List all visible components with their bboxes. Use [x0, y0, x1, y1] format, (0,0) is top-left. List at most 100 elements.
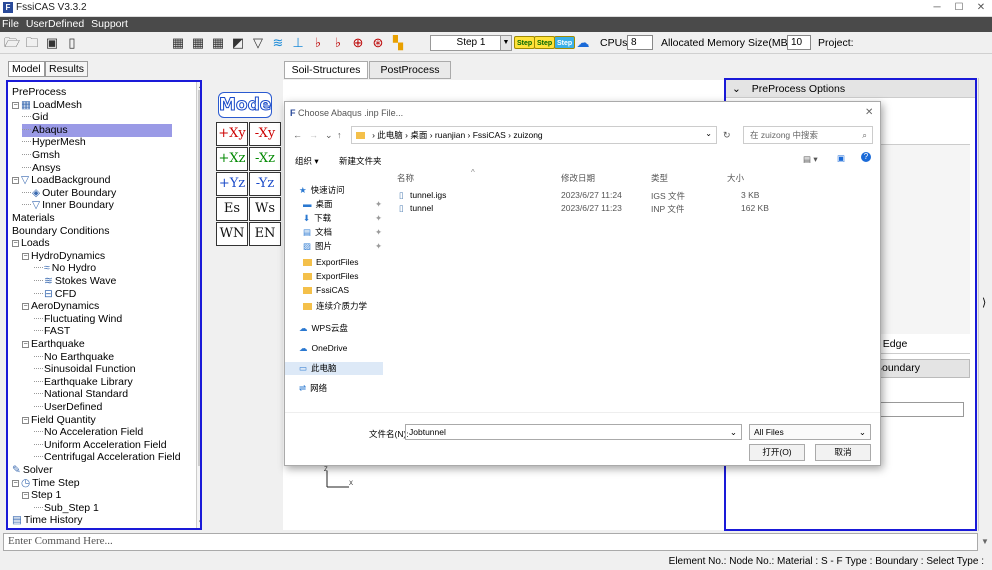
dialog-sidebar-item[interactable]: ▤ 文档 ✦	[303, 226, 382, 239]
memory-input[interactable]: 10	[787, 35, 811, 50]
up-arrow-icon[interactable]: ↑	[337, 130, 342, 140]
tree-item-fluctuating-wind[interactable]: Fluctuating Wind	[34, 313, 122, 326]
dialog-sidebar-item[interactable]: ⇌ 网络	[299, 382, 327, 395]
colors-icon[interactable]: ▚	[390, 35, 406, 51]
view-options-icon[interactable]: ▤ ▾	[803, 154, 818, 165]
tree-item-aerodynamics[interactable]: − AeroDynamics	[22, 300, 99, 313]
minimize-button[interactable]: ─	[926, 0, 948, 17]
view-button-es[interactable]: Es	[216, 197, 248, 221]
tree-item-step-1[interactable]: − Step 1	[22, 489, 61, 502]
recent-chevron-icon[interactable]: ⌄	[325, 130, 333, 141]
step-button-3[interactable]: Step	[554, 36, 576, 49]
tree-item-time-step[interactable]: − ◷ Time Step	[12, 477, 80, 490]
tree-item-earthquake[interactable]: − Earthquake	[22, 338, 85, 351]
dialog-sidebar-item[interactable]: ▨ 图片 ✦	[303, 240, 382, 253]
view-button-wn[interactable]: WN	[216, 222, 248, 246]
grid-icon[interactable]: ▦	[170, 35, 186, 51]
wave-icon[interactable]: ≋	[270, 35, 286, 51]
save-icon[interactable]: ▣	[44, 35, 60, 51]
view-button-ws[interactable]: Ws	[249, 197, 281, 221]
tree-item-boundary-conditions[interactable]: Boundary Conditions	[12, 225, 109, 238]
collapse-icon[interactable]: −	[22, 252, 29, 260]
info-icon[interactable]: ▯	[64, 35, 80, 51]
collapse-icon[interactable]: −	[22, 303, 29, 311]
tree-item-no-earthquake[interactable]: No Earthquake	[34, 351, 114, 364]
tab-postprocess[interactable]: PostProcess	[369, 61, 451, 79]
cancel-button[interactable]: 取消	[815, 444, 871, 461]
open-project-icon[interactable]: 🗀	[24, 35, 40, 51]
boundary-icon[interactable]: ▽	[250, 35, 266, 51]
tree-item-time-history[interactable]: ▤ Time History	[12, 514, 82, 527]
open-folder-icon[interactable]: 🗁	[4, 35, 20, 51]
column-type[interactable]: 类型	[651, 172, 668, 184]
dialog-sidebar-item[interactable]: ExportFiles	[303, 256, 359, 269]
forward-arrow-icon[interactable]: →	[309, 130, 318, 140]
edge-option[interactable]: h Edge	[874, 334, 970, 354]
tree-item-no-hydro[interactable]: ≈ No Hydro	[34, 262, 96, 275]
tree-item-stokes-wave[interactable]: ≋ Stokes Wave	[34, 275, 116, 288]
tree-item-earthquake-library[interactable]: Earthquake Library	[34, 376, 133, 389]
dialog-sidebar-item[interactable]: ☁ WPS云盘	[299, 322, 348, 335]
dialog-sidebar-item[interactable]: FssiCAS	[303, 284, 349, 297]
view-button-plus-xz[interactable]: +Xz	[216, 147, 248, 171]
collapse-icon[interactable]: −	[22, 492, 29, 500]
tree-item-hypermesh[interactable]: HyperMesh	[22, 136, 86, 149]
bp2-icon[interactable]: ♭	[330, 35, 346, 51]
preview-pane-icon[interactable]: ▣	[837, 153, 845, 164]
chevron-down-icon[interactable]: ⌄	[705, 129, 712, 138]
tree-item-centrifugal-acceleration-field[interactable]: Centrifugal Acceleration Field	[34, 451, 181, 464]
tree-item-cfd[interactable]: ⊟ CFD	[34, 288, 76, 301]
new-folder-button[interactable]: 新建文件夹	[339, 155, 382, 167]
bp-icon[interactable]: ♭	[310, 35, 326, 51]
address-bar[interactable]: › 此电脑 › 桌面 › ruanjian › FssiCAS › zuizon…	[351, 126, 717, 144]
dialog-sidebar-item[interactable]: 连续介质力学	[303, 300, 367, 313]
tab-soil-structures[interactable]: Soil-Structures	[284, 61, 368, 79]
tree-item-field-quantity[interactable]: − Field Quantity	[22, 414, 96, 427]
tree-item-loadbackground[interactable]: − ▽ LoadBackground	[12, 174, 110, 187]
open-button[interactable]: 打开(O)	[749, 444, 805, 461]
boundary-button[interactable]: Boundary	[874, 359, 970, 378]
dialog-sidebar-item[interactable]: ExportFiles	[303, 270, 359, 283]
dialog-close-icon[interactable]: ✕	[865, 107, 873, 118]
help-icon[interactable]: ?	[861, 152, 871, 162]
grid3-icon[interactable]: ▦	[210, 35, 226, 51]
filename-input[interactable]: Jobtunnel ⌄	[405, 424, 742, 440]
column-name[interactable]: 名称	[397, 172, 414, 184]
panel-header[interactable]: ⌄ PreProcess Options	[726, 80, 975, 98]
view-button-en[interactable]: EN	[249, 222, 281, 246]
collapse-icon[interactable]: −	[12, 177, 19, 185]
grid2-icon[interactable]: ▦	[190, 35, 206, 51]
search-input[interactable]: 在 zuizong 中搜索 ⌕	[743, 126, 873, 144]
tree-item-gid[interactable]: Gid	[22, 111, 48, 124]
tree-item-preprocess[interactable]: PreProcess	[12, 86, 66, 99]
collapse-icon[interactable]: ⟩	[982, 296, 986, 309]
collapse-icon[interactable]: −	[22, 341, 29, 348]
close-button[interactable]: ✕	[970, 0, 992, 17]
dialog-sidebar-item[interactable]: ★ 快速访问	[299, 184, 345, 197]
tab-model[interactable]: Model	[8, 61, 45, 77]
tree-item-gmsh[interactable]: Gmsh	[22, 149, 60, 162]
collapse-icon[interactable]: −	[12, 101, 19, 109]
view-button-minus-xy[interactable]: -Xy	[249, 122, 281, 146]
menu-userdefined[interactable]: UserDefined	[24, 17, 86, 31]
column-size[interactable]: 大小	[727, 172, 744, 184]
organize-button[interactable]: 组织 ▾	[295, 155, 319, 167]
target2-icon[interactable]: ⊛	[370, 35, 386, 51]
tree-item-userdefined[interactable]: UserDefined	[34, 401, 102, 414]
tree-item-no-acceleration-field[interactable]: No Acceleration Field	[34, 426, 143, 439]
view-button-minus-yz[interactable]: -Yz	[249, 172, 281, 196]
collapse-icon[interactable]: −	[12, 240, 19, 248]
panel-input[interactable]	[874, 402, 964, 417]
tree-item-inner-boundary[interactable]: ▽ Inner Boundary	[22, 199, 114, 212]
tab-results[interactable]: Results	[45, 61, 89, 77]
collapse-icon[interactable]: −	[22, 416, 29, 424]
target-icon[interactable]: ⊕	[350, 35, 366, 51]
maximize-button[interactable]: ☐	[948, 0, 970, 17]
tree-item-fast[interactable]: FAST	[34, 325, 70, 338]
tree-item-sub-step-1[interactable]: Sub_Step 1	[34, 502, 99, 515]
chevron-down-icon[interactable]: ⌄	[730, 425, 737, 439]
dialog-sidebar-item[interactable]: ▬ 桌面 ✦	[303, 198, 382, 211]
cpus-input[interactable]: 8	[627, 35, 653, 50]
tree-item-hydrodynamics[interactable]: − HydroDynamics	[22, 250, 105, 263]
tree-item-ansys[interactable]: Ansys	[22, 162, 61, 175]
